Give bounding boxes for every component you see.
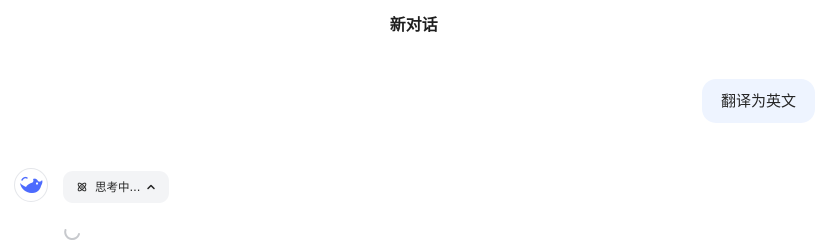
chat-page: 新对话 翻译为英文 思考中...	[0, 0, 828, 246]
assistant-avatar	[14, 168, 48, 202]
chevron-up-icon	[146, 182, 156, 192]
page-title: 新对话	[389, 15, 438, 34]
thinking-toggle-button[interactable]: 思考中...	[63, 171, 169, 203]
deepseek-whale-icon	[20, 176, 43, 193]
thinking-status-label: 思考中...	[95, 180, 141, 194]
user-message-bubble: 翻译为英文	[701, 79, 815, 123]
atom-icon	[76, 181, 88, 193]
spinner-icon	[62, 222, 82, 242]
